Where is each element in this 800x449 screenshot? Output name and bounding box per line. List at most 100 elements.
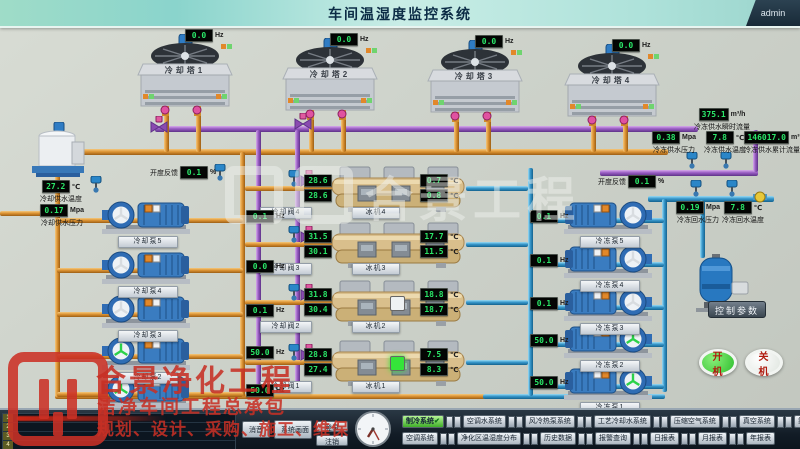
cooling-tower[interactable] <box>560 44 664 128</box>
motorized-valve-icon[interactable] <box>294 113 312 135</box>
unit-label: Hz <box>276 307 285 314</box>
nav-indicator-lights <box>722 416 737 428</box>
chiller-status-indicator <box>390 356 405 371</box>
username: admin <box>761 8 786 18</box>
pump-icon <box>100 246 192 286</box>
nav-button[interactable]: 历史数据 <box>540 432 576 445</box>
pump[interactable] <box>562 196 654 241</box>
value-display: 146017.0 <box>744 131 789 144</box>
alarm-row-number: 4 <box>3 441 13 449</box>
nav-indicator-lights <box>729 433 744 445</box>
chiller-inlet-temp: 30.1 <box>304 245 332 258</box>
value-display: 7.8 <box>706 131 734 144</box>
transmitter-icon[interactable] <box>720 152 732 174</box>
cooling-tower[interactable] <box>278 38 382 122</box>
pump-label: 冷冻泵4 <box>580 280 640 292</box>
pump[interactable] <box>100 196 192 241</box>
alarm-list[interactable]: 1234 <box>2 413 236 449</box>
nav-button[interactable]: 月报表 <box>698 432 727 445</box>
transmitter-icon[interactable] <box>90 176 102 198</box>
chiller-inlet-temp: 28.6 <box>304 174 332 187</box>
nav-button[interactable]: 风冷热泵系统 <box>525 415 575 428</box>
supply-pressure-reading: 0.38Mpa冷冻供水压力 <box>652 131 696 155</box>
mute-button[interactable]: 消音 <box>242 421 270 438</box>
pipe <box>196 114 201 152</box>
tower-label: 冷却塔2 <box>292 69 368 80</box>
value-display: 28.6 <box>304 174 332 187</box>
alarm-row[interactable]: 3 <box>3 432 235 441</box>
transmitter-icon[interactable] <box>690 180 702 202</box>
unit-label: % <box>658 178 664 185</box>
chiller-outlet-temp: 17.7℃ <box>420 230 458 243</box>
water-tank[interactable] <box>30 122 88 185</box>
cooling-tower-fan-icon <box>560 44 664 128</box>
reading-label: 开度反馈 <box>150 168 178 178</box>
login-button[interactable]: 登录 <box>316 421 348 432</box>
chiller-outlet-temp: 8.3℃ <box>420 363 458 376</box>
transmitter-icon[interactable] <box>726 180 738 202</box>
supply-total-flow-reading: 146017.0m³冷冻供水累计流量 <box>744 131 800 155</box>
alarm-row[interactable]: 1 <box>3 414 235 423</box>
pump-frequency: 0.0Hz <box>246 260 285 273</box>
chiller-label: 冰机2 <box>352 321 400 333</box>
hmi-screen: 车间温湿度监控系统 admin 冷却塔10.0Hz 冷却塔20.0Hz 冷却塔3… <box>0 0 800 449</box>
unit-label: Hz <box>560 337 569 344</box>
value-display: 0.7 <box>420 174 448 187</box>
nav-button[interactable]: 年报表 <box>746 432 775 445</box>
value-display: 0.1 <box>246 304 274 317</box>
alarm-row[interactable]: 4 <box>3 441 235 449</box>
pipe <box>486 120 491 152</box>
value-display: 0.0 <box>246 260 274 273</box>
pump-label: 冷却泵4 <box>118 286 178 298</box>
stop-button[interactable]: 关机 <box>745 349 783 376</box>
clock-icon <box>354 410 392 448</box>
tower-frequency: 0.0Hz <box>612 39 651 52</box>
tower-frequency: 0.0Hz <box>475 35 514 48</box>
reading-row: 27.2℃ <box>42 180 80 193</box>
valve-feedback: 开度反馈0.1% <box>598 175 664 188</box>
cooling-tower[interactable] <box>423 40 527 124</box>
nav-button[interactable]: 真空系统 <box>739 415 775 428</box>
nav-button[interactable]: 空调系统 <box>402 432 438 445</box>
transmitter-icon[interactable] <box>686 152 698 174</box>
pump-icon <box>562 196 654 236</box>
pump[interactable] <box>100 246 192 291</box>
value-display: 0.0 <box>475 35 503 48</box>
nav-button[interactable]: 制冷系统✔ <box>402 415 444 428</box>
nav-button[interactable]: 净化区温湿度分布 <box>457 432 521 445</box>
unit-label: ℃ <box>450 177 458 185</box>
screen-switch-button[interactable]: 系统画面 <box>274 420 312 439</box>
reading-label: 开度反馈 <box>598 177 626 187</box>
reading-label: 冷冻回水温度 <box>722 215 764 225</box>
motorized-valve-icon[interactable] <box>150 116 168 138</box>
pipe <box>623 124 628 152</box>
cooling-tower[interactable] <box>133 34 237 118</box>
alarm-row[interactable]: 2 <box>3 423 235 432</box>
nav-button[interactable]: 空调水系统 <box>463 415 506 428</box>
pump-frequency: 0.1Hz <box>246 304 285 317</box>
value-display: 0.19 <box>676 201 704 214</box>
nav-button[interactable]: 氮气系统 <box>794 415 800 428</box>
value-display: 7.5 <box>420 348 448 361</box>
start-button[interactable]: 开机 <box>699 349 737 376</box>
pipe <box>466 300 528 305</box>
reading-label: 冷冻回水压力 <box>677 215 719 225</box>
unit-label: ℃ <box>736 134 744 142</box>
unit-label: Hz <box>505 38 514 45</box>
nav-button[interactable]: 工艺冷却水系统 <box>594 415 651 428</box>
page-title: 车间温湿度监控系统 <box>0 4 800 24</box>
reading-label: 冷却供水压力 <box>41 218 83 228</box>
nav-button[interactable]: 日报表 <box>650 432 679 445</box>
control-params-button[interactable]: 控制参数 <box>708 301 766 318</box>
chiller-label: 冰机4 <box>352 207 400 219</box>
logout-button[interactable]: 注销 <box>316 435 348 446</box>
alarm-row-number: 2 <box>3 423 13 431</box>
nav-button[interactable]: 压缩空气系统 <box>670 415 720 428</box>
unit-label: ℃ <box>450 233 458 241</box>
tower-frequency: 0.0Hz <box>185 29 224 42</box>
chiller-outlet-temp: 11.5℃ <box>420 245 458 258</box>
unit-label: Hz <box>276 213 285 220</box>
nav-button[interactable]: 报警查询 <box>595 432 631 445</box>
value-display: 50.0 <box>530 334 558 347</box>
value-display: 375.1 <box>699 108 729 121</box>
